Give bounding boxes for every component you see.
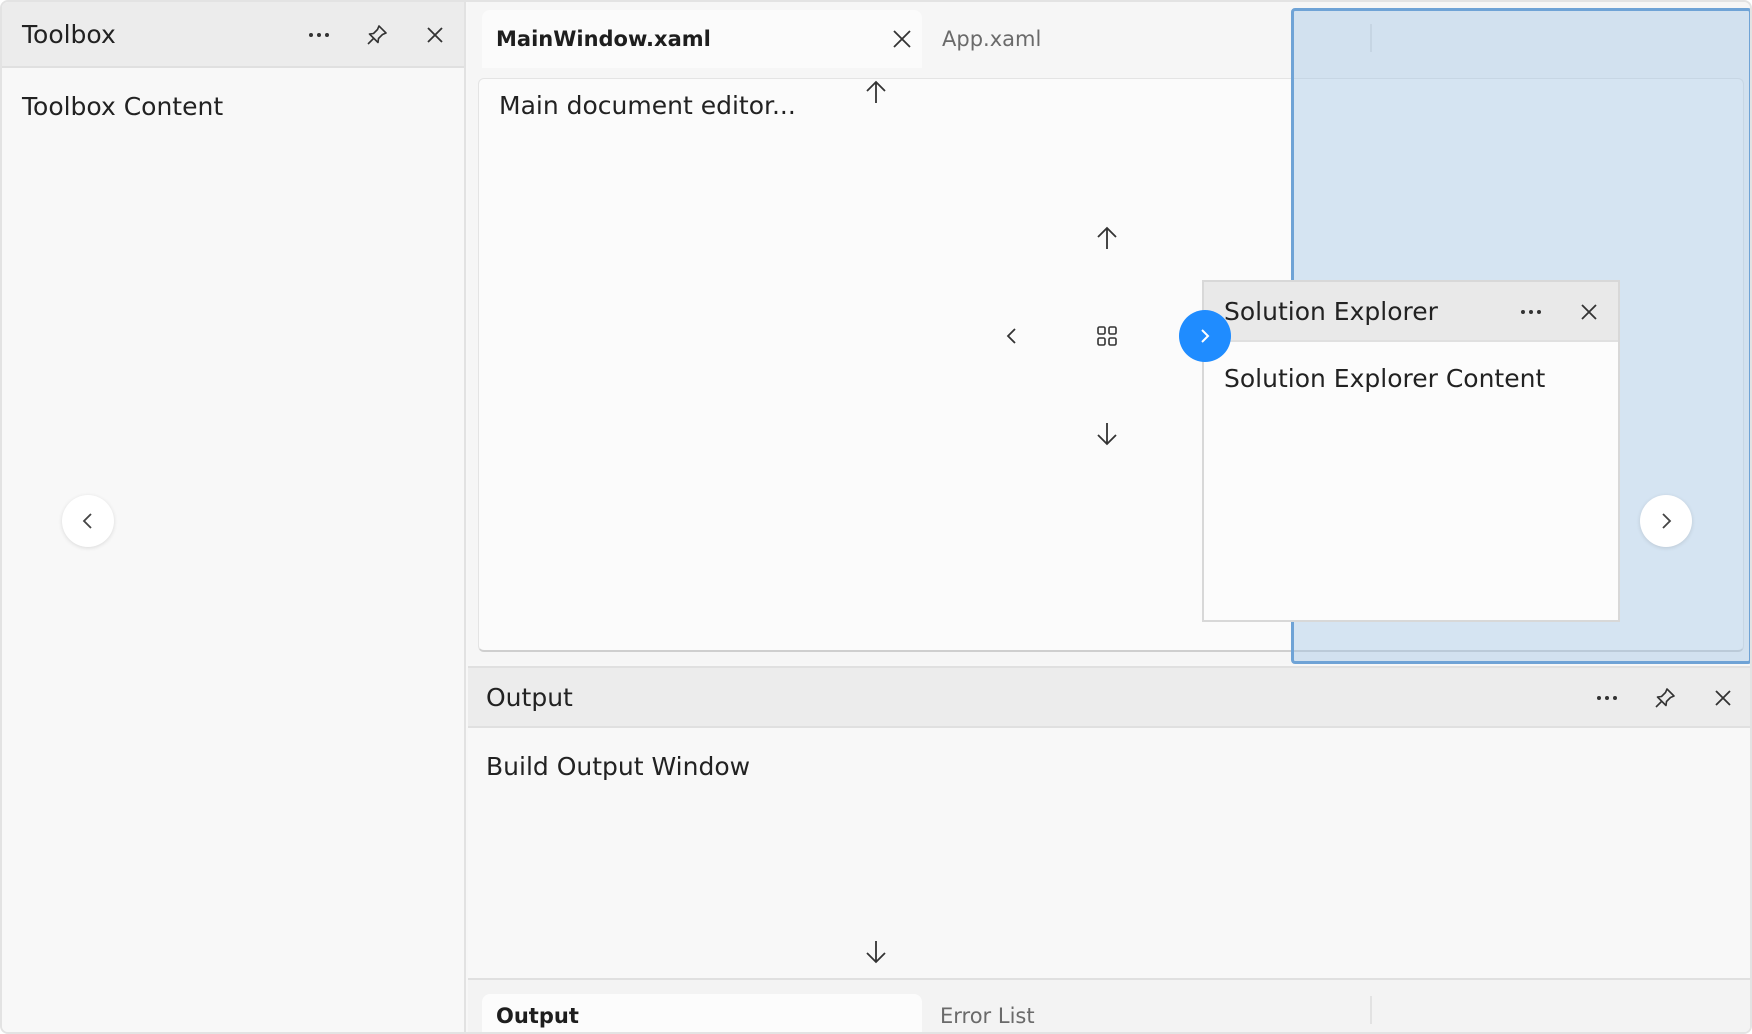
solution-explorer-close-button[interactable]	[1560, 283, 1618, 341]
solution-explorer-more-button[interactable]	[1502, 283, 1560, 341]
editor-text: Main document editor...	[499, 91, 796, 120]
toolbox-pane: Toolbox Toolbox Content	[2, 2, 466, 1032]
tab-mainwindow-close-button[interactable]	[882, 19, 922, 59]
more-icon	[1597, 696, 1617, 700]
tab-mainwindow-label: MainWindow.xaml	[496, 27, 711, 51]
output-header[interactable]: Output	[468, 668, 1750, 728]
dock-center-top-guide[interactable]	[1085, 216, 1129, 260]
toolbox-header[interactable]: Toolbox	[2, 2, 464, 68]
tab-error-list[interactable]: Error List	[926, 994, 1366, 1032]
toolbox-more-button[interactable]	[290, 6, 348, 64]
more-icon	[309, 33, 329, 37]
dock-left-guide[interactable]	[62, 495, 114, 547]
solution-explorer-header-buttons	[1502, 282, 1618, 342]
dock-center-icon	[1097, 326, 1117, 346]
close-icon	[893, 30, 911, 48]
toolbox-header-buttons	[290, 2, 464, 68]
arrow-down-icon	[866, 941, 886, 964]
dock-top-guide[interactable]	[854, 70, 898, 114]
chevron-left-icon	[1006, 328, 1016, 344]
dock-center-left-guide[interactable]	[990, 314, 1034, 358]
tab-output[interactable]: Output	[482, 994, 922, 1032]
output-more-button[interactable]	[1578, 669, 1636, 727]
pin-icon	[367, 25, 387, 45]
output-title: Output	[486, 682, 573, 712]
app-frame: Toolbox Toolbox Content MainWindow.xaml	[0, 0, 1752, 1034]
output-header-buttons	[1578, 668, 1750, 728]
toolbox-title: Toolbox	[22, 19, 116, 49]
tab-error-list-label: Error List	[940, 1004, 1035, 1028]
close-icon	[1581, 304, 1597, 320]
solution-explorer-pane[interactable]: Solution Explorer Solution Explorer Cont…	[1202, 280, 1620, 622]
output-tab-strip: Output Error List	[468, 978, 1750, 1032]
close-icon	[1715, 690, 1731, 706]
toolbox-content: Toolbox Content	[22, 92, 224, 121]
solution-explorer-content: Solution Explorer Content	[1224, 364, 1546, 393]
close-icon	[427, 27, 443, 43]
chevron-right-icon	[1662, 513, 1672, 529]
toolbox-pin-button[interactable]	[348, 6, 406, 64]
pin-icon	[1655, 688, 1675, 708]
tab-output-label: Output	[496, 1004, 579, 1028]
chevron-right-icon	[1201, 329, 1210, 343]
output-pin-button[interactable]	[1636, 669, 1694, 727]
arrow-up-icon	[866, 80, 886, 103]
arrow-up-icon	[1097, 226, 1117, 249]
toolbox-close-button[interactable]	[406, 6, 464, 64]
output-content: Build Output Window	[486, 752, 751, 781]
more-icon	[1521, 310, 1541, 314]
tab-separator	[1370, 996, 1372, 1024]
output-close-button[interactable]	[1694, 669, 1750, 727]
solution-explorer-header[interactable]: Solution Explorer	[1204, 282, 1618, 342]
dock-center-right-guide[interactable]	[1179, 310, 1231, 362]
solution-explorer-title: Solution Explorer	[1224, 296, 1438, 326]
chevron-left-icon	[82, 513, 92, 529]
dock-bottom-guide[interactable]	[854, 930, 898, 974]
tab-app-label: App.xaml	[942, 27, 1042, 51]
dock-center-bottom-guide[interactable]	[1085, 412, 1129, 456]
dock-right-guide[interactable]	[1640, 495, 1692, 547]
tab-mainwindow[interactable]: MainWindow.xaml	[482, 10, 922, 68]
dock-center-tab-guide[interactable]	[1085, 314, 1129, 358]
output-pane: Output Build Output Window Output Error …	[468, 666, 1750, 1032]
arrow-down-icon	[1097, 423, 1117, 446]
